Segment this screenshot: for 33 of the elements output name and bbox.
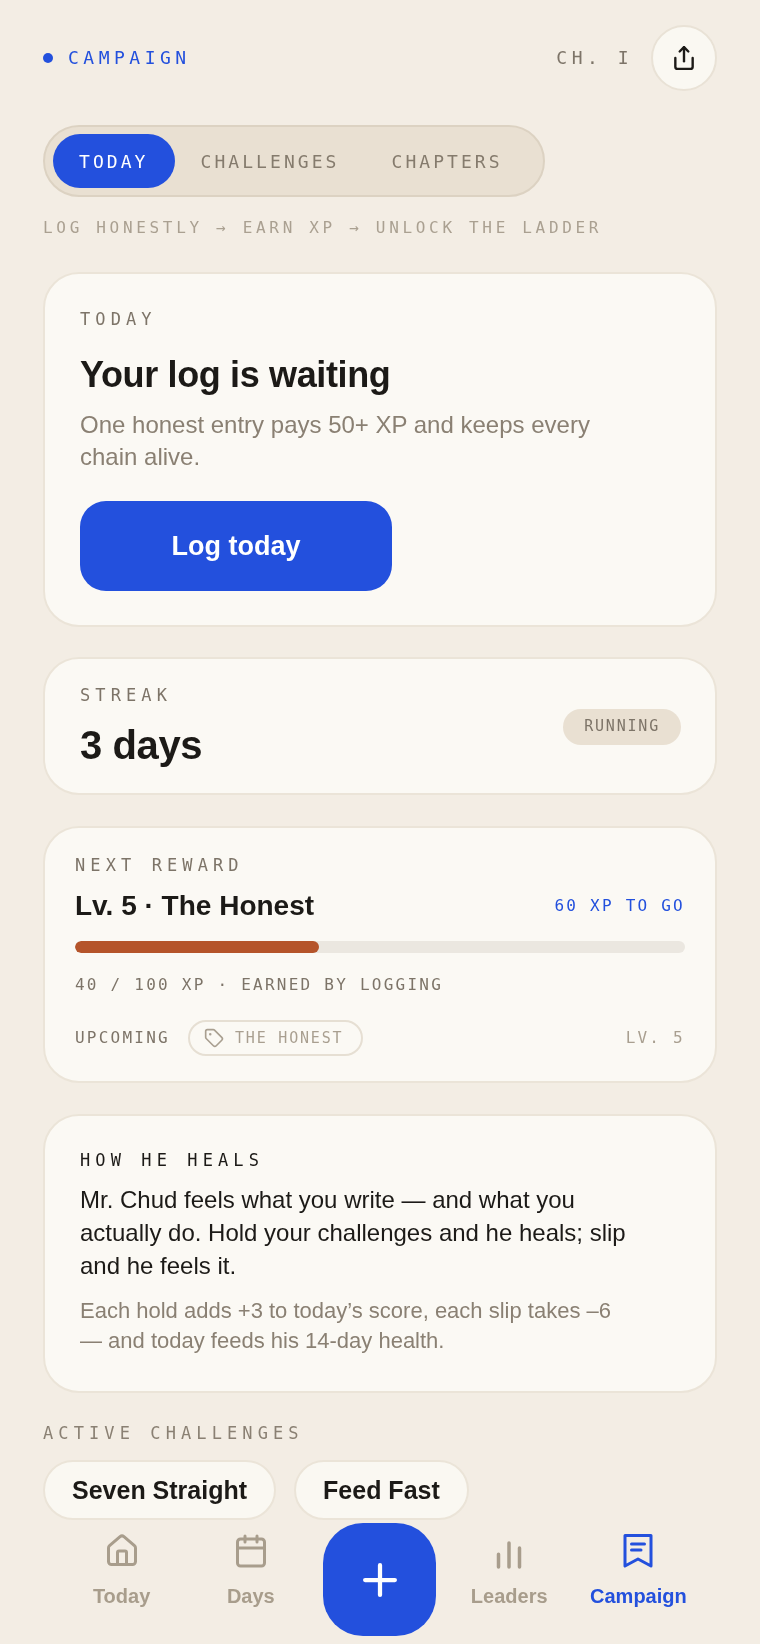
progress-text: 40 / 100 XP · EARNED BY LOGGING xyxy=(75,975,444,995)
share-icon xyxy=(671,45,697,71)
page-title: CAMPAIGN xyxy=(68,47,191,69)
plus-icon xyxy=(363,1562,397,1597)
bookmark-icon xyxy=(622,1533,655,1569)
nav-tab[interactable]: Campaign xyxy=(573,1523,703,1608)
section-label: TODAY xyxy=(80,309,157,329)
level-label: LV. 5 xyxy=(625,1028,685,1048)
section-label: HOW HE HEALS xyxy=(80,1150,265,1170)
status-badge: RUNNING xyxy=(563,708,681,745)
log-today-button[interactable]: Log today xyxy=(80,501,392,591)
tab[interactable]: TODAY xyxy=(53,134,175,188)
xp-remaining: 60 XP TO GO xyxy=(554,896,685,916)
upcoming-label: UPCOMING xyxy=(75,1028,170,1048)
heal-description: Mr. Chud feels what you write — and what you actually do. Hold your challenges and he heals; slip and he feels it. xyxy=(80,1185,627,1281)
bar-chart-icon xyxy=(495,1541,524,1569)
tab[interactable]: CHAPTERS xyxy=(365,134,529,188)
section-label: STREAK xyxy=(80,685,172,705)
challenge-chip[interactable]: Seven Straight xyxy=(43,1460,277,1520)
tagline: LOG HONESTLY → EARN XP → UNLOCK THE LADDER xyxy=(43,218,603,238)
tag-label: THE HONEST xyxy=(235,1028,344,1048)
section-label: NEXT REWARD xyxy=(75,855,244,875)
tab[interactable]: CHALLENGES xyxy=(174,134,366,188)
heal-note: Each hold adds +3 to today’s score, each slip takes –6 — and today feeds his 14-day health. xyxy=(80,1297,612,1355)
add-button[interactable] xyxy=(323,1523,437,1636)
tag-icon xyxy=(204,1028,224,1048)
section-label: ACTIVE CHALLENGES xyxy=(43,1423,304,1443)
streak-value: 3 days xyxy=(80,722,203,768)
challenge-chip[interactable]: Feed Fast xyxy=(294,1460,469,1520)
card-title: Your log is waiting xyxy=(80,355,391,395)
card-description: One honest entry pays 50+ XP and keeps every chain alive. xyxy=(80,410,591,472)
chapter-label: CH. I xyxy=(556,47,633,69)
reward-title: Lv. 5 · The Honest xyxy=(75,889,315,923)
